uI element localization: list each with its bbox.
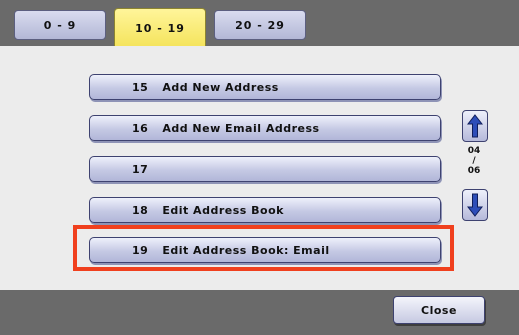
item-label: Edit Address Book: [162, 203, 284, 217]
tab-20-29[interactable]: 20 - 29: [214, 10, 306, 40]
page-indicator: 04 / 06: [459, 146, 489, 176]
touch-screen: 0 - 9 10 - 19 20 - 29 15 Add New Address…: [0, 0, 519, 335]
list-item[interactable]: 16 Add New Email Address: [89, 115, 441, 141]
tab-0-9[interactable]: 0 - 9: [14, 10, 106, 40]
page-separator: /: [472, 156, 476, 166]
item-label: Add New Address: [162, 80, 279, 94]
scroll-down-button[interactable]: [462, 189, 488, 221]
list-item[interactable]: 18 Edit Address Book: [89, 197, 441, 223]
item-number: 16: [132, 121, 149, 135]
item-number: 18: [132, 203, 149, 217]
tab-bar: 0 - 9 10 - 19 20 - 29: [0, 0, 519, 48]
item-number: 15: [132, 80, 149, 94]
item-number: 17: [132, 162, 149, 176]
list-item[interactable]: 15 Add New Address: [89, 74, 441, 100]
list-item[interactable]: 17: [89, 156, 441, 182]
selection-highlight: [73, 225, 454, 271]
page-total: 06: [467, 166, 481, 176]
close-button[interactable]: Close: [393, 296, 485, 324]
item-label: Add New Email Address: [162, 121, 320, 135]
arrow-up-icon: [467, 114, 483, 138]
page-current: 04: [467, 146, 481, 156]
tab-10-19[interactable]: 10 - 19: [114, 8, 206, 48]
scroll-up-button[interactable]: [462, 110, 488, 142]
arrow-down-icon: [467, 193, 483, 217]
